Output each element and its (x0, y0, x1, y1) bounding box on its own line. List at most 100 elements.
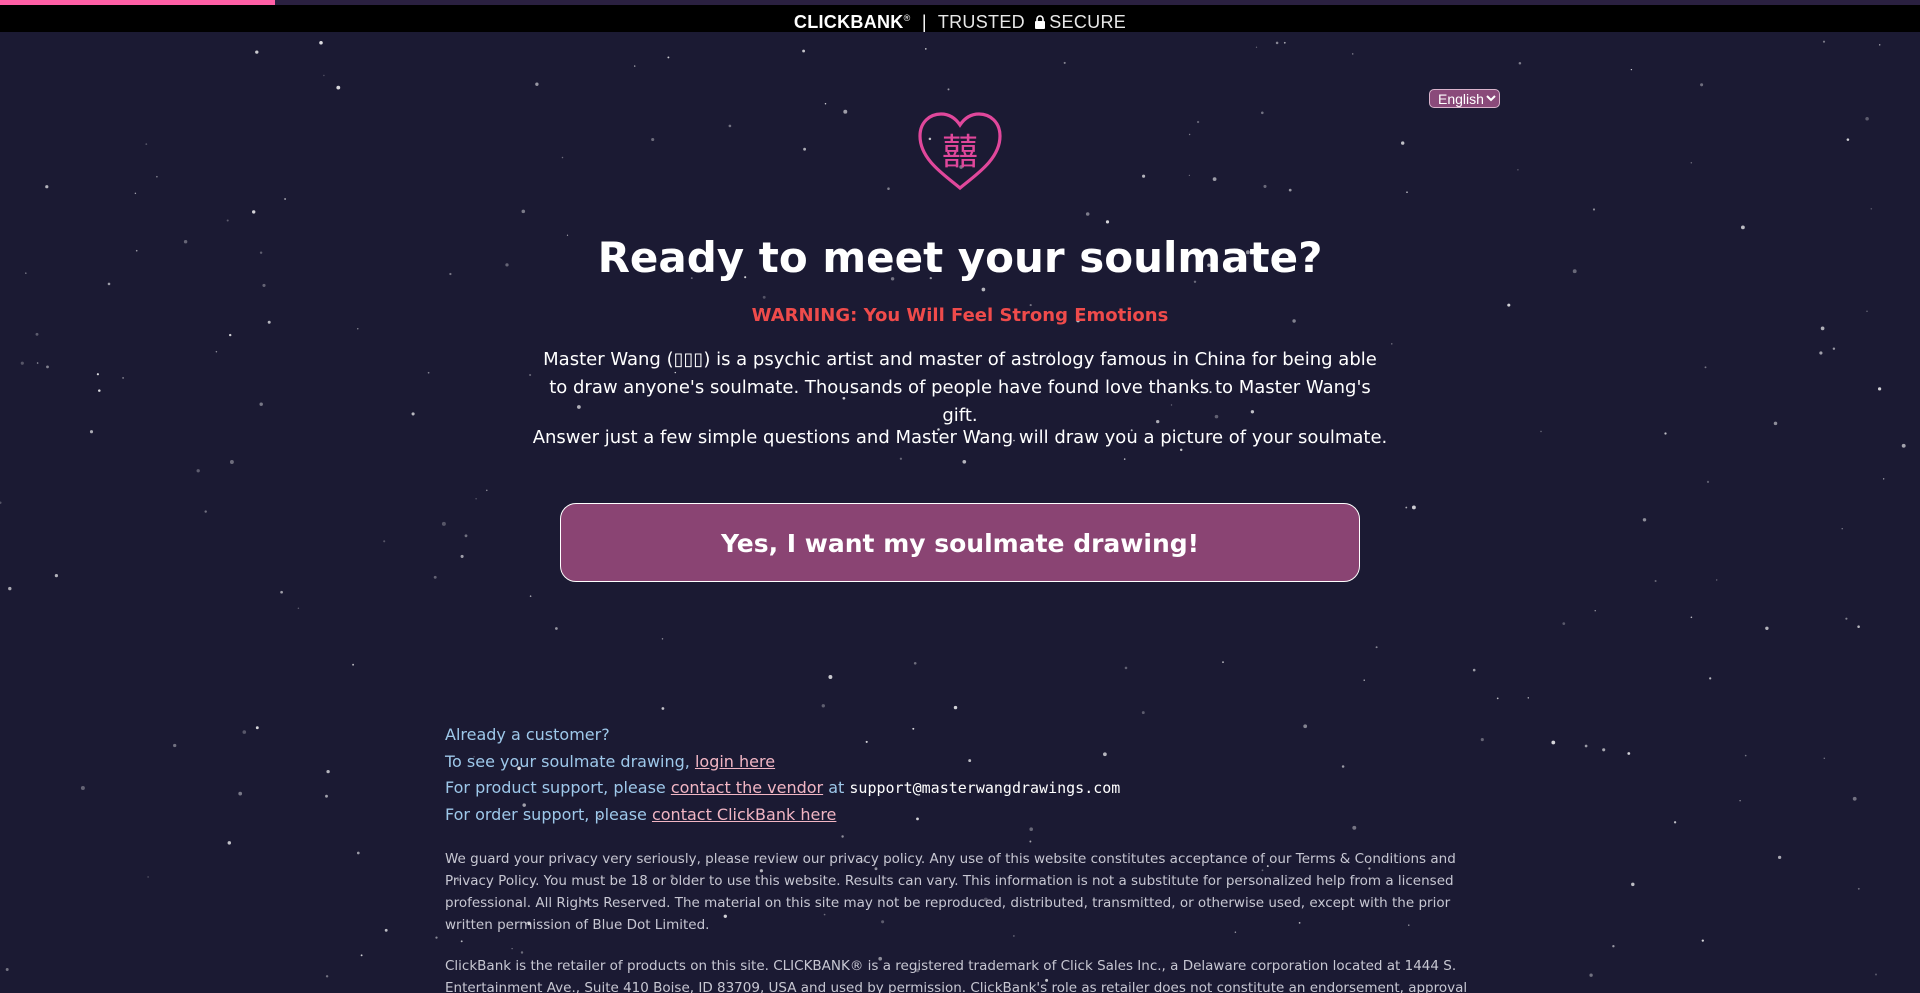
star (1063, 61, 1066, 64)
star (5, 968, 9, 971)
star (1589, 973, 1593, 977)
progress-track (0, 0, 1920, 5)
star (1406, 191, 1408, 193)
star (80, 786, 85, 790)
star (924, 48, 927, 50)
star (1401, 141, 1405, 145)
clickbank-disclaimer: ClickBank is the retailer of products on… (445, 958, 1468, 993)
star (1123, 458, 1126, 460)
star (204, 510, 207, 513)
star (1845, 617, 1848, 620)
star (913, 661, 917, 665)
instructions-paragraph: Answer just a few simple questions and M… (532, 427, 1388, 448)
star (821, 704, 825, 708)
star (1883, 478, 1885, 480)
star (156, 175, 158, 178)
star (1841, 528, 1843, 530)
star (45, 185, 49, 189)
star (1602, 748, 1606, 752)
star (475, 498, 477, 500)
star (325, 794, 328, 798)
star (1846, 138, 1850, 141)
star (1865, 117, 1869, 121)
star (1701, 939, 1704, 942)
star (667, 56, 670, 59)
star (661, 638, 664, 640)
star (841, 835, 844, 838)
star (661, 707, 665, 710)
get-soulmate-drawing-button[interactable]: Yes, I want my soulmate drawing! (560, 503, 1360, 582)
star (1029, 840, 1032, 843)
star (1105, 220, 1110, 224)
star (433, 575, 437, 579)
star (384, 928, 388, 932)
support-email: support@masterwangdrawings.com (849, 779, 1121, 797)
language-select[interactable]: English (1429, 89, 1500, 108)
star (252, 210, 256, 214)
star (383, 540, 386, 543)
star (1124, 666, 1128, 670)
star (521, 209, 526, 214)
star (36, 362, 39, 364)
star (411, 412, 415, 416)
star (1363, 679, 1365, 681)
star (229, 460, 234, 464)
star (555, 627, 558, 630)
star (435, 936, 438, 939)
star (98, 389, 101, 392)
registered-mark: ® (903, 13, 911, 23)
star (242, 730, 247, 734)
star (20, 361, 24, 365)
logo-glyph: 囍 (942, 132, 978, 173)
secure-label: SECURE (1049, 12, 1127, 32)
at-text: at (828, 778, 845, 797)
star (326, 769, 330, 774)
star (1141, 711, 1145, 715)
star (1562, 622, 1566, 625)
star (255, 50, 259, 54)
star (134, 192, 137, 195)
star (460, 554, 464, 558)
star (46, 365, 49, 369)
star (1288, 188, 1292, 192)
star (1706, 480, 1710, 484)
star (1612, 945, 1615, 948)
login-link[interactable]: login here (695, 752, 775, 771)
star (1739, 800, 1741, 802)
already-customer-text: Already a customer? (445, 725, 610, 744)
star (1673, 821, 1677, 824)
star (802, 49, 806, 53)
star (520, 951, 524, 954)
star (728, 124, 732, 128)
star (511, 947, 513, 950)
star (464, 534, 468, 538)
star (460, 940, 463, 943)
star (561, 156, 564, 159)
product-support-line: For product support, please contact the … (445, 775, 1485, 802)
heart-double-happiness-icon: 囍 (918, 112, 1002, 191)
star (1875, 973, 1877, 976)
contact-clickbank-link[interactable]: contact ClickBank here (652, 805, 836, 824)
star (1263, 184, 1267, 188)
star (887, 187, 890, 190)
star (803, 147, 807, 151)
star (96, 373, 99, 376)
star (1819, 351, 1823, 355)
star (145, 143, 148, 145)
star (284, 198, 287, 200)
star (1188, 133, 1191, 136)
privacy-disclaimer: We guard your privacy very seriously, pl… (445, 851, 1456, 933)
star (325, 975, 329, 978)
star (441, 521, 446, 526)
star (1715, 579, 1718, 581)
star (1391, 343, 1393, 345)
star (1642, 518, 1647, 522)
star (529, 373, 532, 377)
star (1518, 62, 1522, 65)
contact-vendor-link[interactable]: contact the vendor (671, 778, 823, 797)
star (1196, 120, 1200, 124)
star (843, 109, 848, 114)
star (1411, 505, 1416, 510)
order-support-text: For order support, please (445, 804, 647, 824)
star (259, 402, 263, 406)
